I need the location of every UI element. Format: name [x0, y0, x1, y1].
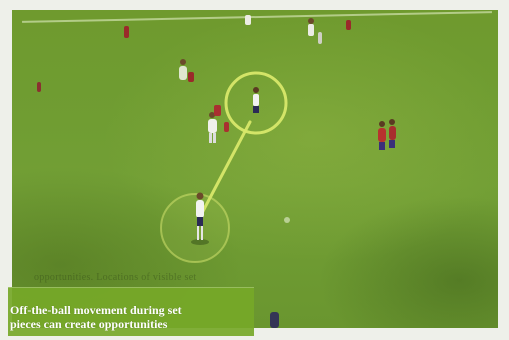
page-frame: opportunities. Locations of visible set … [0, 0, 509, 340]
player-icon [179, 59, 187, 80]
player-icon [270, 312, 279, 328]
player-icon [378, 119, 396, 150]
highlight-ring-icon [160, 193, 230, 263]
ball-icon [284, 217, 290, 223]
player-icon [245, 15, 251, 25]
player-icon [37, 20, 351, 92]
caption-text: Off-the-ball movement during set pieces … [10, 303, 182, 331]
caption-partial-text: opportunities. Locations of visible set [34, 272, 197, 283]
player-icon [208, 112, 217, 143]
player-icon [188, 72, 194, 82]
player-icon [308, 18, 322, 44]
player-icon [253, 87, 259, 113]
